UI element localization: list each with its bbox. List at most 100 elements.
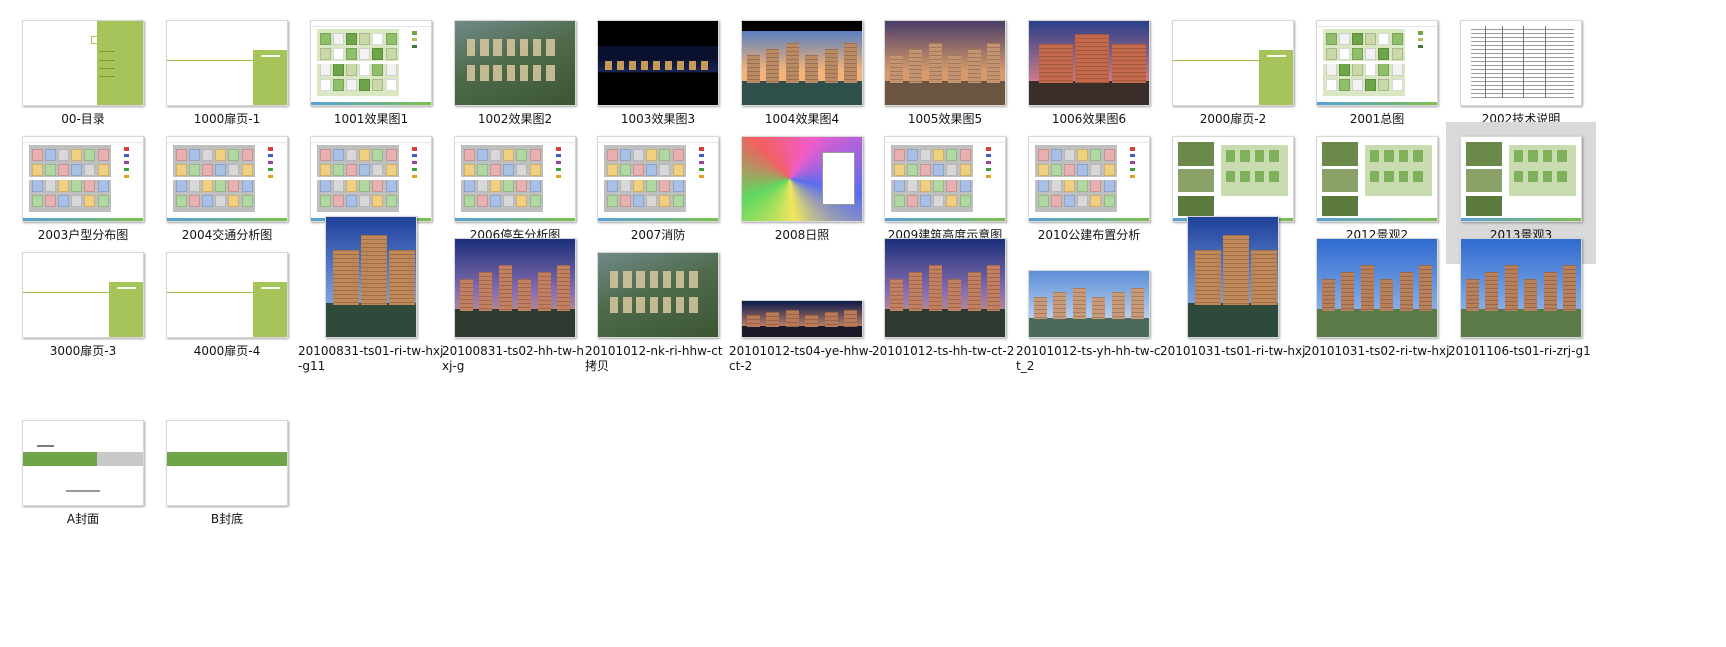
thumbnail-frame [1014, 6, 1164, 106]
file-thumbnail [1460, 238, 1582, 338]
file-item[interactable]: A封面 [8, 406, 158, 536]
thumbnail-frame [1302, 238, 1452, 338]
thumbnail-frame [583, 122, 733, 222]
file-name-label: 20100831-ts01-ri-tw-hxj-g11 [298, 344, 444, 373]
file-name-label: 20101012-ts-yh-hh-tw-ct_2 [1016, 344, 1161, 373]
file-item[interactable]: 1000扉页-1 [152, 6, 302, 136]
file-thumbnail [166, 136, 288, 222]
file-thumbnail [1316, 238, 1438, 338]
file-item[interactable]: 20100831-ts02-hh-tw-hxj-g [440, 238, 590, 373]
file-name-label: 20101012-ts-hh-tw-ct-2 [872, 344, 1015, 358]
file-thumbnail [1460, 136, 1582, 222]
file-item[interactable]: 20101012-ts-hh-tw-ct-2 [870, 238, 1020, 368]
thumbnail-frame [8, 238, 158, 338]
file-thumbnail [454, 136, 576, 222]
file-item[interactable]: 20101012-ts04-ye-hhw-ct-2 [727, 238, 877, 373]
file-thumbnail [1172, 20, 1294, 106]
file-name-label: 4000扉页-4 [193, 344, 261, 358]
thumbnail-frame [296, 216, 446, 338]
file-name-label: B封底 [210, 512, 244, 526]
thumbnail-frame [440, 238, 590, 338]
thumbnail-frame [727, 122, 877, 222]
thumbnail-frame [1446, 238, 1596, 338]
file-thumbnail [166, 420, 288, 506]
file-thumbnail [1028, 270, 1150, 338]
thumbnail-frame [1302, 122, 1452, 222]
file-name-label: 20100831-ts02-hh-tw-hxj-g [442, 344, 584, 373]
file-item[interactable]: 2008日照 [727, 122, 877, 252]
file-thumbnail [597, 136, 719, 222]
file-thumbnail [1028, 20, 1150, 106]
file-thumbnail [597, 252, 719, 338]
file-item[interactable]: 2012景观2 [1302, 122, 1452, 252]
file-thumbnail [884, 238, 1006, 338]
file-thumbnail [454, 20, 576, 106]
file-item[interactable]: 2007消防 [583, 122, 733, 252]
file-thumbnail [310, 20, 432, 106]
file-thumbnail [1187, 216, 1279, 338]
file-item[interactable]: 2009建筑高度示意图 [870, 122, 1020, 252]
file-item[interactable]: 2002技术说明 [1446, 6, 1596, 136]
thumbnail-frame [440, 6, 590, 106]
thumbnail-frame [1014, 122, 1164, 222]
file-item[interactable]: B封底 [152, 406, 302, 536]
thumbnail-frame [152, 122, 302, 222]
thumbnail-frame [1014, 238, 1164, 338]
thumbnail-frame [296, 122, 446, 222]
thumbnail-frame [870, 238, 1020, 338]
thumbnail-frame [1446, 6, 1596, 106]
file-thumbnail [310, 136, 432, 222]
file-thumbnail [1460, 20, 1582, 106]
file-item[interactable]: 00-目录 [8, 6, 158, 136]
file-item[interactable]: 2000扉页-2 [1158, 6, 1308, 136]
file-thumbnail [325, 216, 417, 338]
file-item[interactable]: 1006效果图6 [1014, 6, 1164, 136]
file-name-label: 3000扉页-3 [49, 344, 117, 358]
file-item[interactable]: 20101106-ts01-ri-zrj-g1 [1446, 238, 1596, 368]
file-item[interactable]: 1002效果图2 [440, 6, 590, 136]
file-thumbnail [22, 136, 144, 222]
file-item[interactable]: 2004交通分析图 [152, 122, 302, 252]
file-item[interactable]: 4000扉页-4 [152, 238, 302, 368]
file-thumbnail [1316, 20, 1438, 106]
thumbnail-frame [583, 238, 733, 338]
file-thumbnail [884, 136, 1006, 222]
thumbnail-frame [8, 6, 158, 106]
file-thumbnail [741, 136, 863, 222]
thumbnail-frame [583, 6, 733, 106]
file-thumbnail [597, 20, 719, 106]
file-item[interactable]: 2010公建布置分析 [1014, 122, 1164, 252]
file-item[interactable]: 2001总图 [1302, 6, 1452, 136]
thumbnail-frame [1158, 6, 1308, 106]
file-item[interactable]: 20101031-ts02-ri-tw-hxj [1302, 238, 1452, 368]
thumbnail-frame [727, 6, 877, 106]
file-item[interactable]: 1003效果图3 [583, 6, 733, 136]
file-thumbnail [166, 20, 288, 106]
thumbnail-frame [152, 238, 302, 338]
thumbnail-frame [870, 122, 1020, 222]
file-thumbnail [454, 238, 576, 338]
thumbnail-frame [8, 122, 158, 222]
file-item[interactable]: 20101012-ts-yh-hh-tw-ct_2 [1014, 238, 1164, 373]
file-thumbnail [22, 252, 144, 338]
file-thumbnail [1028, 136, 1150, 222]
file-item[interactable]: 20101012-nk-ri-hhw-ct拷贝 [583, 238, 733, 373]
file-name-label: 20101031-ts01-ri-tw-hxj [1160, 344, 1306, 358]
file-thumbnail [22, 20, 144, 106]
file-item[interactable]: 1004效果图4 [727, 6, 877, 136]
thumbnail-frame [1158, 216, 1308, 338]
file-name-label: A封面 [66, 512, 100, 526]
thumbnail-frame [727, 238, 877, 338]
file-thumbnail [884, 20, 1006, 106]
file-item[interactable]: 1001效果图1 [296, 6, 446, 136]
file-item[interactable]: 20100831-ts01-ri-tw-hxj-g11 [296, 216, 446, 373]
file-item[interactable]: 2006停车分析图 [440, 122, 590, 252]
file-thumbnail [1316, 136, 1438, 222]
file-item[interactable]: 1005效果图5 [870, 6, 1020, 136]
file-item[interactable]: 3000扉页-3 [8, 238, 158, 368]
file-item[interactable]: 20101031-ts01-ri-tw-hxj [1158, 216, 1308, 368]
thumbnail-frame [1158, 122, 1308, 222]
file-thumbnail [22, 420, 144, 506]
file-item[interactable]: 2003户型分布图 [8, 122, 158, 252]
file-name-label: 20101012-ts04-ye-hhw-ct-2 [729, 344, 873, 373]
